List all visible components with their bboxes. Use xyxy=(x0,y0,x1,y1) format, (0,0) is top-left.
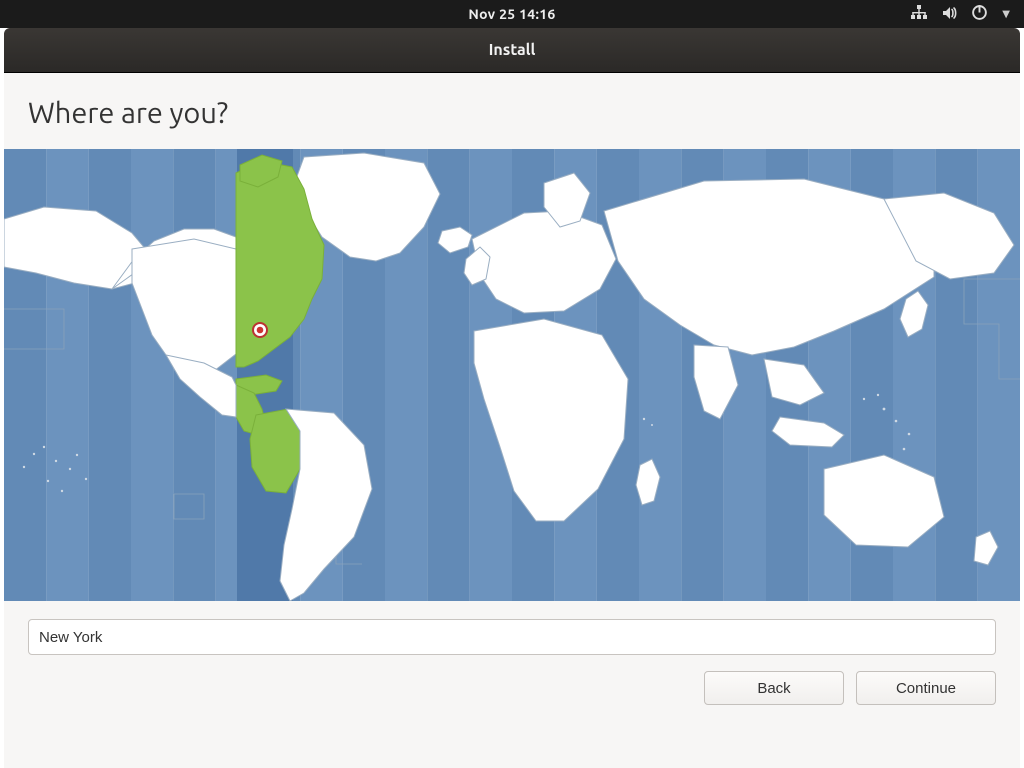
window-title: Install xyxy=(489,41,536,59)
chevron-down-icon[interactable]: ▼ xyxy=(1002,8,1010,20)
world-map-svg[interactable] xyxy=(4,149,1020,601)
power-icon[interactable] xyxy=(971,4,988,24)
page-heading: Where are you? xyxy=(28,97,1020,129)
location-pin xyxy=(253,323,267,337)
controls: Back Continue xyxy=(4,601,1020,705)
volume-icon[interactable] xyxy=(941,5,957,24)
location-input[interactable] xyxy=(28,619,996,655)
gnome-top-bar: Nov 25 14:16 ▼ xyxy=(0,0,1024,28)
network-icon[interactable] xyxy=(911,5,927,24)
installer-page: Where are you? xyxy=(4,73,1020,768)
window-titlebar: Install xyxy=(4,28,1020,73)
status-area[interactable]: ▼ xyxy=(911,4,1010,24)
back-button[interactable]: Back xyxy=(704,671,844,705)
timezone-map[interactable] xyxy=(4,149,1020,601)
continue-button[interactable]: Continue xyxy=(856,671,996,705)
button-row: Back Continue xyxy=(28,671,996,705)
clock: Nov 25 14:16 xyxy=(468,6,555,22)
